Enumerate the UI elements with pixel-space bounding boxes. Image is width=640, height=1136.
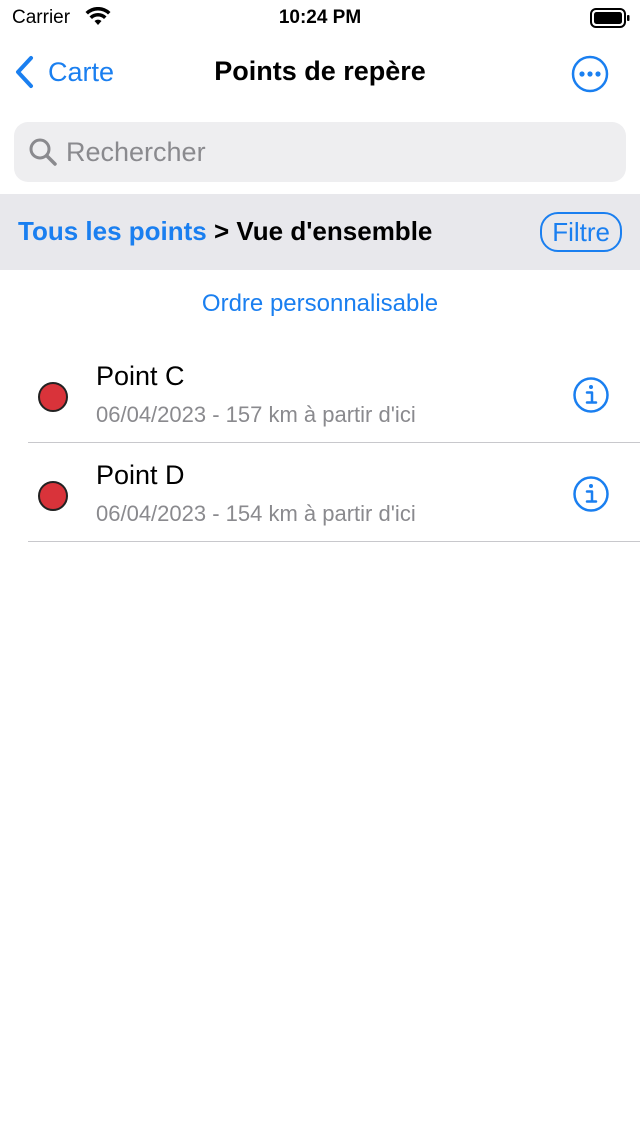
search-field[interactable] [14, 122, 626, 182]
page-title: Points de repère [214, 56, 426, 86]
item-title: Point D [96, 460, 185, 490]
breadcrumb-bar: Tous les points > Vue d'ensemble Filtre [0, 194, 640, 270]
marker-dot-icon [38, 382, 68, 412]
info-icon[interactable] [572, 475, 610, 513]
list-item[interactable]: Point D 06/04/2023 - 154 km à partir d'i… [0, 443, 640, 542]
breadcrumb-current: Vue d'ensemble [236, 216, 433, 246]
search-input[interactable] [66, 136, 606, 168]
breadcrumb-root-link[interactable]: Tous les points [18, 216, 207, 246]
navigation-bar: Carte Points de repère [0, 40, 640, 106]
list-item[interactable]: Point C 06/04/2023 - 157 km à partir d'i… [0, 344, 640, 443]
more-options-button[interactable] [570, 54, 610, 94]
search-icon [29, 138, 57, 166]
ellipsis-circle-icon [571, 55, 609, 93]
breadcrumb-separator: > [214, 216, 230, 246]
filter-button[interactable]: Filtre [540, 212, 622, 252]
item-title: Point C [96, 361, 185, 391]
info-icon[interactable] [572, 376, 610, 414]
battery-icon [590, 8, 630, 28]
item-subtitle: 06/04/2023 - 157 km à partir d'ici [96, 402, 416, 427]
item-subtitle: 06/04/2023 - 154 km à partir d'ici [96, 501, 416, 526]
landmark-list: Point C 06/04/2023 - 157 km à partir d'i… [0, 344, 640, 542]
breadcrumb: Tous les points > Vue d'ensemble [18, 216, 432, 247]
custom-order-button[interactable]: Ordre personnalisable [0, 290, 640, 318]
row-divider [28, 541, 640, 542]
clock: 10:24 PM [278, 7, 362, 28]
status-bar: Carrier 10:24 PM [0, 0, 640, 40]
marker-dot-icon [38, 481, 68, 511]
